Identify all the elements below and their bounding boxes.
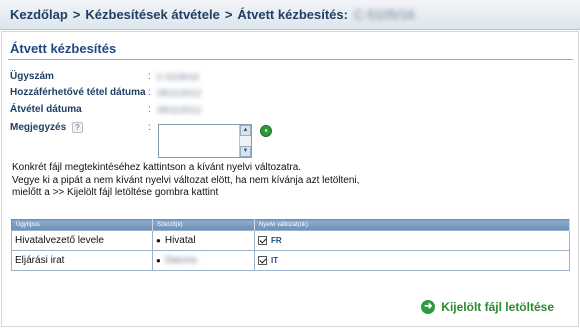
author-name: Dianna bbox=[164, 255, 197, 266]
comment-label-group: Megjegyzés ? bbox=[10, 122, 83, 133]
table-row: Hivatalvezető levele ● Hivatal FR bbox=[11, 230, 570, 251]
document-type-cell: Hivatalvezető levele bbox=[11, 230, 153, 251]
language-checkbox[interactable] bbox=[258, 255, 267, 265]
breadcrumb-separator: > bbox=[72, 7, 81, 22]
breadcrumb-home-link[interactable]: Kezdőlap bbox=[10, 7, 68, 22]
language-cell: IT bbox=[254, 250, 570, 271]
table-row: Eljárási irat ● Dianna IT bbox=[11, 250, 570, 271]
author-name: Hivatal bbox=[164, 235, 196, 246]
instruction-line: mielőtt a >> Kijelölt fájl letöltése gom… bbox=[12, 187, 219, 198]
breadcrumb-current: Átvett kézbesítés: bbox=[237, 7, 348, 22]
content-panel: Átvett kézbesítés Ügyszám : C-5105/16 Ho… bbox=[1, 31, 579, 327]
table-header-row: Ügytípus Szerző(k) Nyelvi változat(ok) bbox=[11, 219, 570, 231]
language-link[interactable]: FR bbox=[271, 236, 282, 245]
breadcrumb-separator: > bbox=[224, 7, 233, 22]
field-colon: : bbox=[148, 122, 151, 133]
comment-label: Megjegyzés bbox=[10, 122, 67, 134]
field-colon: : bbox=[148, 71, 151, 82]
language-link[interactable]: IT bbox=[271, 256, 278, 265]
bullet-icon: ● bbox=[156, 236, 161, 245]
bullet-icon: ● bbox=[156, 256, 161, 265]
breadcrumb: Kezdőlap > Kézbesítések átvétele > Átvet… bbox=[0, 0, 580, 30]
author-cell: ● Dianna bbox=[152, 250, 255, 271]
instruction-line: Konkrét fájl megtekintéséhez kattintson … bbox=[12, 162, 302, 173]
download-selected-button[interactable]: ➜ Kijelölt fájl letöltése bbox=[421, 300, 554, 314]
language-cell: FR bbox=[254, 230, 570, 251]
save-comment-icon[interactable]: ▪ bbox=[260, 125, 272, 137]
scroll-down-icon[interactable]: ▼ bbox=[240, 146, 251, 157]
case-number-label: Ügyszám bbox=[10, 71, 54, 82]
available-date-label: Hozzáférhetővé tétel dátuma bbox=[10, 87, 146, 98]
received-date-value: 28/11/2012 bbox=[157, 105, 202, 115]
comment-scrollbar[interactable]: ▲ ▼ bbox=[239, 125, 251, 157]
arrow-right-icon: ➜ bbox=[421, 300, 436, 314]
received-date-label: Átvétel dátuma bbox=[10, 104, 82, 115]
instruction-line: Vegye ki a pipát a nem kívánt nyelvi vál… bbox=[12, 174, 360, 186]
available-date-value: 28/11/2012 bbox=[157, 88, 202, 98]
column-header-language: Nyelvi változat(ok) bbox=[254, 219, 570, 231]
author-cell: ● Hivatal bbox=[152, 230, 255, 251]
help-icon[interactable]: ? bbox=[71, 122, 83, 133]
comment-textarea[interactable]: ▲ ▼ bbox=[158, 124, 252, 158]
field-colon: : bbox=[148, 104, 151, 115]
document-type-cell: Eljárási irat bbox=[11, 250, 153, 271]
field-colon: : bbox=[148, 87, 151, 98]
page-title: Átvett kézbesítés bbox=[10, 41, 117, 56]
download-label: Kijelölt fájl letöltése bbox=[441, 300, 554, 314]
language-checkbox[interactable] bbox=[258, 235, 267, 245]
title-divider bbox=[8, 59, 573, 60]
breadcrumb-redacted-value: C-5105/16 bbox=[353, 7, 415, 22]
instructions: Konkrét fájl megtekintéséhez kattintson … bbox=[12, 162, 572, 200]
column-header-author: Szerző(k) bbox=[152, 219, 255, 231]
column-header-type: Ügytípus bbox=[11, 219, 153, 231]
scroll-up-icon[interactable]: ▲ bbox=[240, 125, 251, 136]
case-number-value: C-5105/16 bbox=[157, 72, 200, 82]
breadcrumb-deliveries-link[interactable]: Kézbesítések átvétele bbox=[85, 7, 219, 22]
documents-table: Ügytípus Szerző(k) Nyelvi változat(ok) H… bbox=[11, 219, 570, 271]
